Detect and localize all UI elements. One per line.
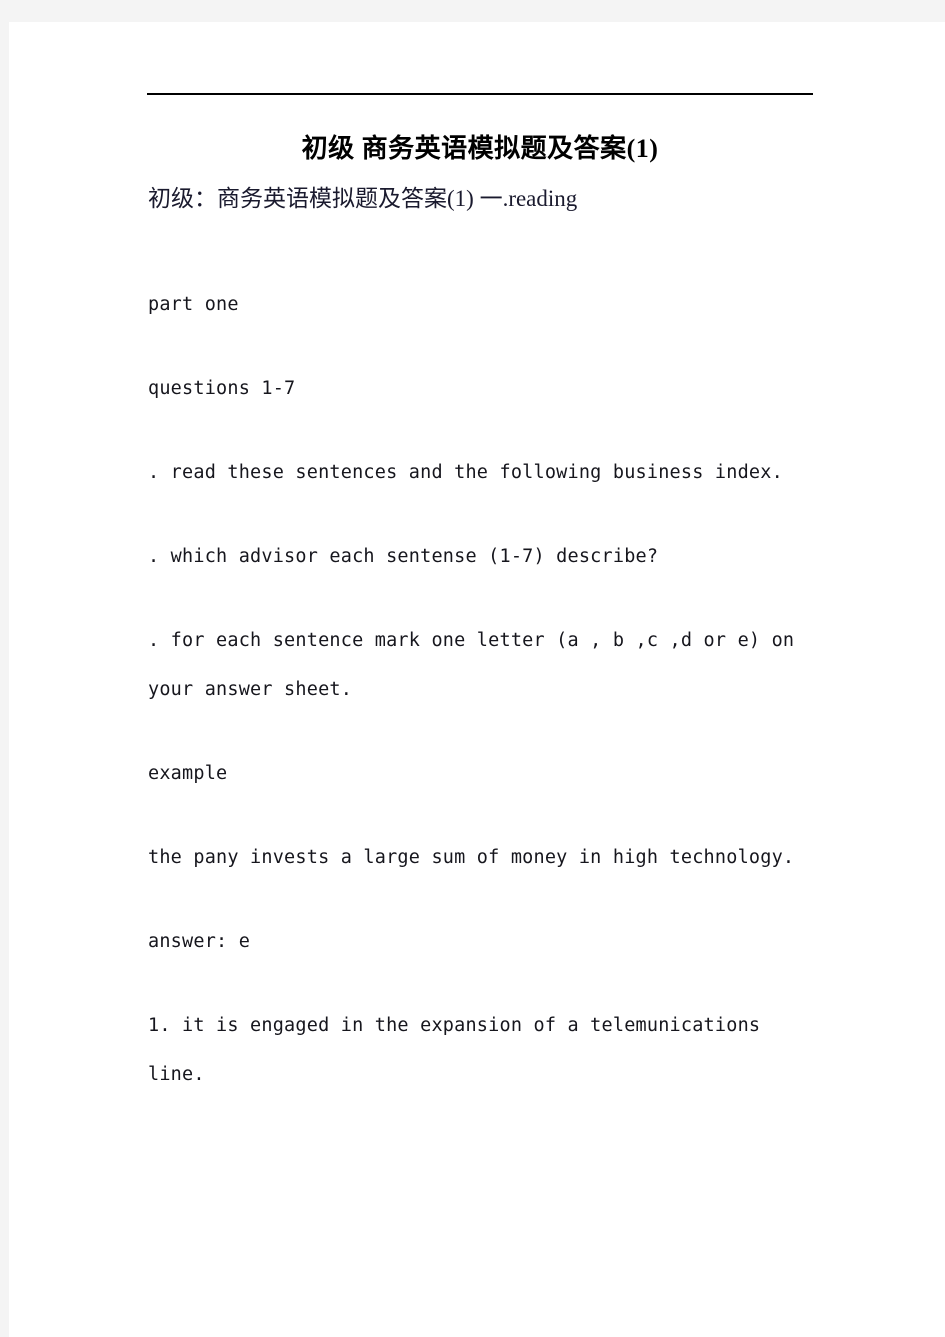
body-paragraph: . which advisor each sentense (1-7) desc… <box>148 546 659 567</box>
body-paragraph: . for each sentence mark one letter (a ,… <box>148 630 806 700</box>
body-paragraph: questions 1-7 <box>148 378 296 399</box>
document-page: 初级 商务英语模拟题及答案(1) 初级：商务英语模拟题及答案(1) 一.read… <box>9 22 945 1337</box>
body-paragraph: example <box>148 763 228 784</box>
document-body: part one questions 1-7 . read these sent… <box>148 280 808 1099</box>
page-title: 初级 商务英语模拟题及答案(1) <box>301 134 659 163</box>
body-paragraph: part one <box>148 294 239 315</box>
body-paragraph: the pany invests a large sum of money in… <box>148 847 795 868</box>
header-divider <box>147 93 813 95</box>
body-paragraph: answer: e <box>148 931 251 952</box>
body-paragraph: 1. it is engaged in the expansion of a t… <box>148 1015 772 1085</box>
document-subtitle: 初级：商务英语模拟题及答案(1) 一.reading <box>148 186 578 211</box>
body-paragraph: . read these sentences and the following… <box>148 462 783 483</box>
